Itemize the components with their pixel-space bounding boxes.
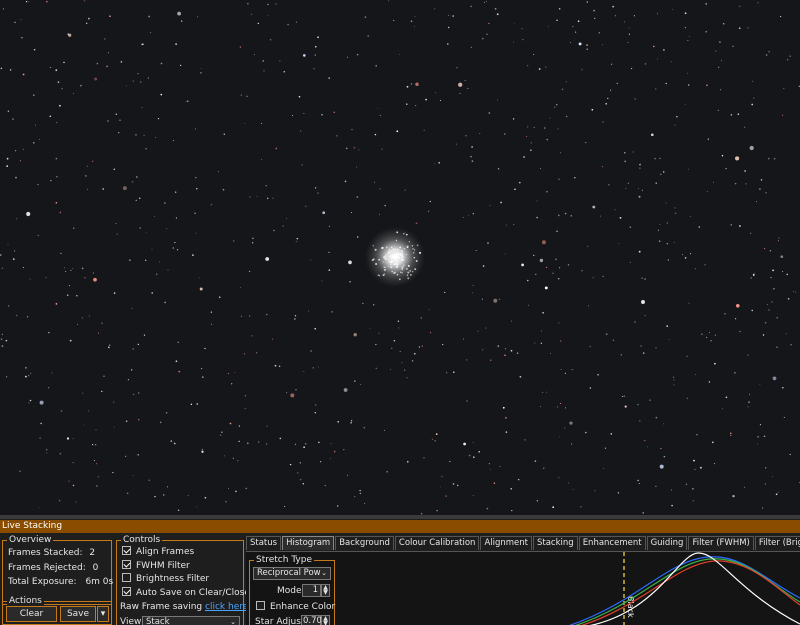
save-button[interactable]: Save [60, 606, 96, 622]
panel-splitter[interactable] [0, 515, 800, 519]
raw-frame-saving-label: Raw Frame saving [120, 602, 203, 612]
frames-stacked-value: 2 [89, 548, 96, 558]
align-frames-checkbox[interactable]: Align Frames [122, 546, 194, 558]
stretch-type-label: Stretch Type [254, 555, 314, 566]
mode-input[interactable]: 1 [302, 584, 321, 597]
frames-rejected-value: 0 [92, 563, 99, 573]
auto-save-label: Auto Save on Clear/Close [136, 588, 250, 598]
total-exposure-value: 6m 0s [85, 577, 114, 587]
enhance-color-checkbox[interactable]: Enhance Color [256, 601, 335, 613]
auto-save-check-icon[interactable] [122, 587, 131, 596]
tab-enhancement[interactable]: Enhancement [578, 536, 646, 550]
view-row: View [120, 616, 141, 625]
frames-stacked-label: Frames Stacked: [8, 548, 83, 558]
actions-group: Actions Clear Save ▾ [2, 596, 112, 625]
histogram-red-curve [581, 560, 800, 625]
brightness-filter-checkbox[interactable]: Brightness Filter [122, 573, 209, 585]
frames-rejected-row: Frames Rejected: 0 [8, 562, 98, 574]
brightness-filter-check-icon[interactable] [122, 573, 131, 582]
fwhm-filter-label: FWHM Filter [136, 561, 190, 571]
view-select-value: Stack [146, 617, 170, 625]
panel-title: Live Stacking [0, 520, 800, 533]
spin-down-icon[interactable]: ▼ [322, 621, 329, 625]
tab-histogram[interactable]: Histogram [282, 536, 335, 550]
stretch-type-group: Stretch Type Reciprocal Pow ⌄ Mode 1 ▲ ▼ … [249, 555, 335, 625]
brightness-filter-label: Brightness Filter [136, 574, 210, 584]
save-menu-button[interactable]: ▾ [97, 606, 109, 622]
tab-filter-brightness[interactable]: Filter (Brightness) [754, 536, 800, 550]
frames-rejected-label: Frames Rejected: [8, 563, 86, 573]
mode-spinner[interactable]: ▲ ▼ [321, 584, 330, 597]
spin-down-icon[interactable]: ▼ [322, 590, 329, 596]
mode-label: Mode [277, 586, 302, 596]
overview-label: Overview [7, 535, 54, 546]
view-label: View [120, 617, 142, 625]
view-select[interactable]: Stack ⌄ [142, 616, 240, 625]
controls-group: Controls Align Frames FWHM Filter Bright… [116, 535, 250, 625]
star-adjust-input[interactable]: 0.70 [301, 615, 322, 625]
histogram-tab-panel: Stretch Type Reciprocal Pow ⌄ Mode 1 ▲ ▼ … [246, 551, 800, 625]
tab-status[interactable]: Status [246, 536, 282, 550]
raw-frame-saving-link[interactable]: click here [205, 602, 248, 612]
tab-stacking[interactable]: Stacking [533, 536, 578, 550]
star-field [0, 0, 800, 515]
enhance-color-check-icon[interactable] [256, 601, 265, 610]
tab-guiding[interactable]: Guiding [646, 536, 688, 550]
controls-label: Controls [121, 535, 163, 546]
align-frames-check-icon[interactable] [122, 546, 131, 555]
fwhm-filter-checkbox[interactable]: FWHM Filter [122, 560, 190, 572]
fwhm-filter-check-icon[interactable] [122, 560, 131, 569]
star-adjust-label: Star Adjust [255, 617, 305, 625]
tab-colour-calibration[interactable]: Colour Calibration [394, 536, 480, 550]
stacked-image-view[interactable] [0, 0, 800, 515]
live-stacking-panel: Live Stacking Overview Frames Stacked: 2… [0, 515, 800, 625]
stretch-type-value: Reciprocal Pow [257, 568, 321, 578]
histogram-plot[interactable]: Black [338, 552, 800, 625]
align-frames-label: Align Frames [136, 547, 195, 557]
chevron-down-icon: ⌄ [321, 569, 327, 577]
chevron-down-icon: ▾ [100, 609, 106, 619]
total-exposure-row: Total Exposure: 6m 0s [8, 576, 113, 588]
total-exposure-label: Total Exposure: [8, 577, 77, 587]
enhance-color-label: Enhance Color [270, 602, 336, 612]
frames-stacked-row: Frames Stacked: 2 [8, 547, 95, 559]
tab-bar: Status Histogram Background Colour Calibrat… [246, 536, 800, 551]
tab-alignment[interactable]: Alignment [480, 536, 532, 550]
star-adjust-spinner[interactable]: ▲ ▼ [321, 615, 330, 625]
raw-frame-saving-row: Raw Frame saving click here [120, 601, 248, 613]
clear-button[interactable]: Clear [6, 606, 57, 622]
stretch-type-select[interactable]: Reciprocal Pow ⌄ [253, 567, 331, 580]
tab-filter-fwhm[interactable]: Filter (FWHM) [688, 536, 754, 550]
histogram-luminance-curve [589, 552, 800, 625]
tab-background[interactable]: Background [335, 536, 394, 550]
auto-save-checkbox[interactable]: Auto Save on Clear/Close [122, 587, 250, 599]
chevron-down-icon: ⌄ [230, 618, 236, 625]
